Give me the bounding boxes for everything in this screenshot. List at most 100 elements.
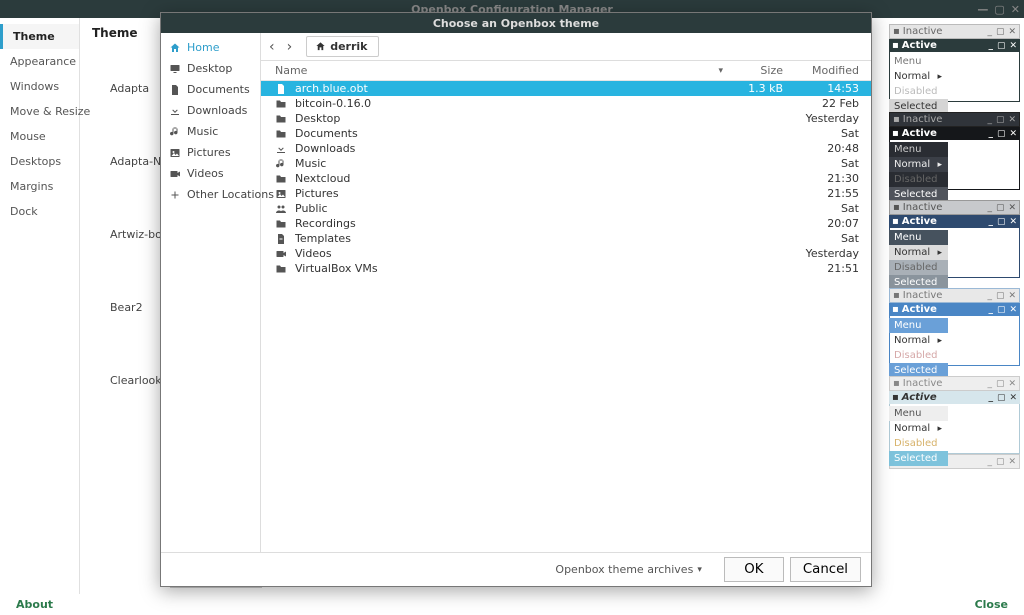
file-size: 1.3 kB [729, 82, 789, 95]
place-desktop[interactable]: Desktop [161, 58, 260, 79]
theme-preview: ▪Inactive_▢✕▪Active_▢✕MenuNormal▸Disable… [889, 24, 1020, 102]
file-name: Nextcloud [295, 172, 723, 185]
file-modified: Sat [795, 232, 865, 245]
public-icon [275, 203, 289, 215]
window-close-icon[interactable]: ✕ [1011, 3, 1020, 16]
video-icon [275, 248, 289, 260]
folder-icon [275, 218, 289, 230]
header-modified[interactable]: Modified [795, 64, 865, 77]
file-modified: 21:30 [795, 172, 865, 185]
path-back-button[interactable]: ‹ [269, 39, 275, 55]
file-row[interactable]: DesktopYesterday [261, 111, 871, 126]
file-type-filter[interactable]: Openbox theme archives ▾ [555, 563, 701, 576]
place-home[interactable]: Home [161, 37, 260, 58]
close-link[interactable]: Close [975, 598, 1008, 611]
theme-preview: ▪Inactive_▢✕▪Active_▢✕MenuNormal▸Disable… [889, 112, 1020, 190]
window-icon: ▪ [893, 202, 900, 213]
preview-active-titlebar: ▪Active_▢✕ [889, 39, 1020, 52]
about-link[interactable]: About [16, 598, 53, 611]
place-label: Desktop [187, 62, 232, 75]
file-modified: 20:48 [795, 142, 865, 155]
place-label: Documents [187, 83, 250, 96]
sidebar-item-windows[interactable]: Windows [0, 74, 79, 99]
place-label: Music [187, 125, 218, 138]
status-bar: About Close [0, 594, 1024, 615]
sidebar-item-dock[interactable]: Dock [0, 199, 79, 224]
breadcrumb-home[interactable]: derrik [306, 36, 378, 57]
file-name: Music [295, 157, 723, 170]
file-row[interactable]: MusicSat [261, 156, 871, 171]
file-modified: Yesterday [795, 247, 865, 260]
place-documents[interactable]: Documents [161, 79, 260, 100]
file-modified: 21:51 [795, 262, 865, 275]
header-size[interactable]: Size [729, 64, 789, 77]
file-row[interactable]: VirtualBox VMs 21:51 [261, 261, 871, 276]
music-icon [169, 126, 181, 138]
header-name[interactable]: Name ▾ [275, 64, 723, 77]
window-minimize-icon[interactable]: — [977, 3, 988, 16]
file-row[interactable]: Templates Sat [261, 231, 871, 246]
sidebar-item-appearance[interactable]: Appearance [0, 49, 79, 74]
file-row[interactable]: PublicSat [261, 201, 871, 216]
picture-icon [275, 188, 289, 200]
download-icon [169, 105, 181, 117]
category-sidebar: ThemeAppearanceWindowsMove & ResizeMouse… [0, 18, 80, 594]
file-list[interactable]: arch.blue.obt1.3 kB14:53bitcoin-0.16.022… [261, 81, 871, 552]
sidebar-item-theme[interactable]: Theme [0, 24, 79, 49]
window-icon: ▪ [893, 114, 900, 125]
cancel-button[interactable]: Cancel [790, 557, 861, 582]
file-name: Desktop [295, 112, 723, 125]
music-icon [275, 158, 289, 170]
window-icon: ▪ [892, 216, 899, 227]
window-icon: ▪ [892, 392, 899, 403]
preview-inactive-titlebar: ▪Inactive_▢✕ [889, 24, 1020, 39]
sidebar-item-desktops[interactable]: Desktops [0, 149, 79, 174]
place-label: Videos [187, 167, 224, 180]
picture-icon [169, 147, 181, 159]
file-name: Templates [295, 232, 723, 245]
file-row[interactable]: Recordings20:07 [261, 216, 871, 231]
preview-menu: MenuNormal▸DisabledSelected [889, 142, 948, 202]
file-name: VirtualBox VMs [295, 262, 723, 275]
dialog-title-text: Choose an Openbox theme [433, 17, 599, 30]
file-icon [275, 83, 289, 95]
preview-active-titlebar: ▪Active_▢✕ [889, 303, 1020, 316]
path-forward-button[interactable]: › [287, 39, 293, 55]
place-label: Pictures [187, 146, 231, 159]
preview-inactive-titlebar: ▪Inactive_▢✕ [889, 200, 1020, 215]
sidebar-item-mouse[interactable]: Mouse [0, 124, 79, 149]
file-row[interactable]: Pictures21:55 [261, 186, 871, 201]
file-name: Public [295, 202, 723, 215]
file-row[interactable]: Nextcloud 21:30 [261, 171, 871, 186]
place-music[interactable]: Music [161, 121, 260, 142]
file-name: Documents [295, 127, 723, 140]
ok-button[interactable]: OK [724, 557, 784, 582]
home-icon [169, 42, 181, 54]
preview-inactive-titlebar: ▪Inactive_▢✕ [889, 376, 1020, 391]
place-pictures[interactable]: Pictures [161, 142, 260, 163]
file-modified: Sat [795, 127, 865, 140]
sidebar-item-margins[interactable]: Margins [0, 174, 79, 199]
dialog-footer: Openbox theme archives ▾ OK Cancel [161, 552, 871, 586]
sidebar-item-move-resize[interactable]: Move & Resize [0, 99, 79, 124]
folder-icon [275, 128, 289, 140]
folder-icon [275, 263, 289, 275]
preview-active-titlebar: ▪Active_▢✕ [889, 391, 1020, 404]
place-downloads[interactable]: Downloads [161, 100, 260, 121]
file-row[interactable]: Downloads20:48 [261, 141, 871, 156]
file-row[interactable]: arch.blue.obt1.3 kB14:53 [261, 81, 871, 96]
dialog-places-sidebar: Home Desktop Documents Downloads Music Pictur… [161, 33, 261, 552]
file-row[interactable]: Documents Sat [261, 126, 871, 141]
place-other-locations[interactable]: Other Locations [161, 184, 260, 205]
place-label: Home [187, 41, 219, 54]
home-icon [315, 41, 326, 52]
file-row[interactable]: VideosYesterday [261, 246, 871, 261]
place-videos[interactable]: Videos [161, 163, 260, 184]
dialog-titlebar: Choose an Openbox theme [161, 13, 871, 33]
window-maximize-icon[interactable]: ▢ [994, 3, 1004, 16]
file-row[interactable]: bitcoin-0.16.022 Feb [261, 96, 871, 111]
file-name: Recordings [295, 217, 723, 230]
preview-menu: MenuNormal▸DisabledSelected [889, 230, 948, 290]
plus-icon [169, 189, 181, 201]
file-modified: 14:53 [795, 82, 865, 95]
